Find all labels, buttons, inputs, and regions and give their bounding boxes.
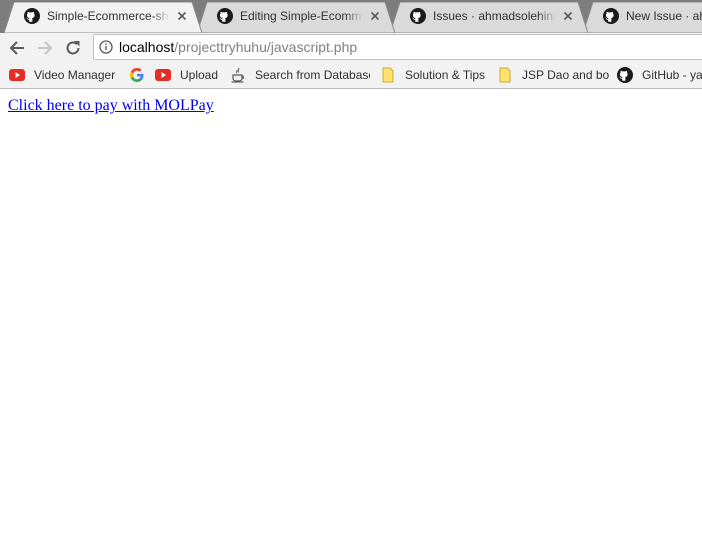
tab-editing[interactable]: Editing Simple-Ecommerce xyxy=(197,2,395,33)
bookmark-label: Search from Database xyxy=(255,68,370,82)
github-icon xyxy=(603,8,619,24)
bookmark-label: GitHub - ya xyxy=(642,68,702,82)
url-text[interactable]: localhost/projecttryhuhu/javascript.php xyxy=(119,40,357,55)
pay-with-molpay-link[interactable]: Click here to pay with MOLPay xyxy=(8,97,214,115)
tab-title: Editing Simple-Ecommerce xyxy=(240,9,363,23)
folder-icon xyxy=(499,67,511,83)
info-icon[interactable] xyxy=(99,40,113,54)
bookmark-upload[interactable]: Upload xyxy=(155,67,218,83)
page-content: Click here to pay with MOLPay xyxy=(0,89,702,547)
bookmark-folder-solution-tips[interactable]: Solution & Tips xyxy=(380,67,485,83)
bookmark-google[interactable] xyxy=(129,67,154,83)
forward-button[interactable] xyxy=(34,37,56,59)
browser-window: New Issue · ahmadsolehin Issues · ahmads… xyxy=(0,0,702,547)
tab-title: Issues · ahmadsolehin/Si xyxy=(433,9,556,23)
tab-new-issue[interactable]: New Issue · ahmadsolehin xyxy=(583,2,702,33)
bookmark-label: Solution & Tips xyxy=(405,68,486,82)
navigation-toolbar: localhost/projecttryhuhu/javascript.php xyxy=(0,33,702,62)
bookmark-label: Video Manager xyxy=(34,68,116,82)
bookmark-label: JSP Dao and bo xyxy=(522,68,610,82)
tab-issues[interactable]: Issues · ahmadsolehin/Si xyxy=(390,2,588,33)
java-icon xyxy=(231,67,245,83)
close-icon[interactable] xyxy=(369,10,381,22)
url-path: /projecttryhuhu/javascript.php xyxy=(174,39,358,55)
youtube-icon xyxy=(9,69,25,81)
reload-button[interactable] xyxy=(62,37,84,59)
bookmarks-bar: Video Manager Upload Search from Databas… xyxy=(0,62,702,89)
bookmark-search-database[interactable]: Search from Database xyxy=(230,67,370,83)
google-icon xyxy=(130,68,144,82)
bookmark-folder-jsp-dao[interactable]: JSP Dao and bo xyxy=(497,67,609,83)
close-icon[interactable] xyxy=(562,10,574,22)
arrow-left-icon xyxy=(9,41,24,55)
folder-icon xyxy=(382,67,394,83)
back-button[interactable] xyxy=(6,37,28,59)
github-icon xyxy=(217,8,233,24)
arrow-right-icon xyxy=(38,41,53,55)
github-icon xyxy=(410,8,426,24)
url-host: localhost xyxy=(119,39,175,55)
address-bar[interactable]: localhost/projecttryhuhu/javascript.php xyxy=(93,34,702,60)
tab-simple-ecommerce-shop[interactable]: Simple-Ecommerce-shop xyxy=(4,2,202,33)
youtube-icon xyxy=(155,69,171,81)
reload-icon xyxy=(66,41,80,55)
tab-title: Simple-Ecommerce-shop xyxy=(47,9,170,23)
tab-title: New Issue · ahmadsolehin xyxy=(626,9,702,23)
github-icon xyxy=(617,67,633,83)
close-icon[interactable] xyxy=(176,10,188,22)
bookmark-github[interactable]: GitHub - ya xyxy=(617,67,702,83)
tab-strip: New Issue · ahmadsolehin Issues · ahmads… xyxy=(0,0,702,33)
github-icon xyxy=(24,8,40,24)
bookmark-video-manager[interactable]: Video Manager xyxy=(9,67,115,83)
bookmark-label: Upload xyxy=(180,68,219,82)
